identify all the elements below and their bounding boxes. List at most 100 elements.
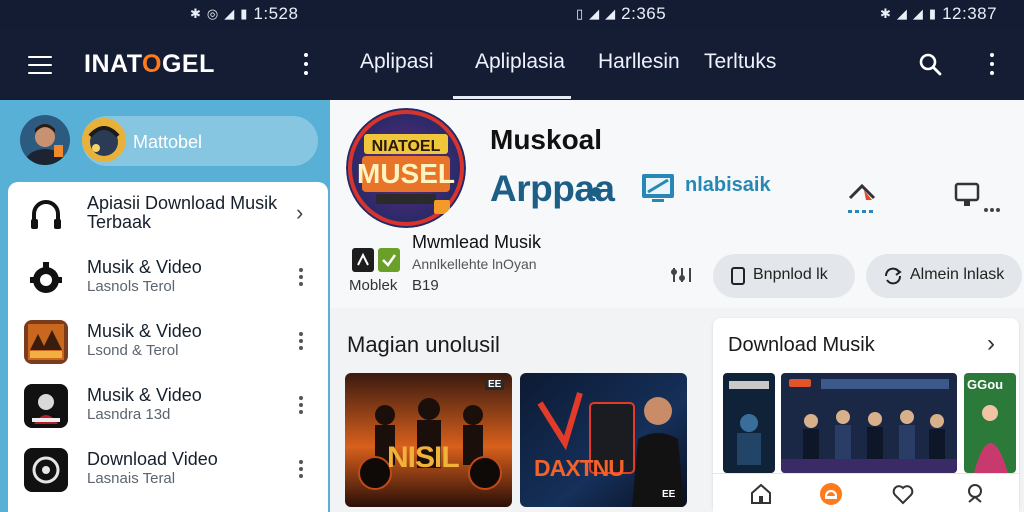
app-title: Muskoal xyxy=(490,124,603,155)
wifi-icon: ◢ xyxy=(589,6,600,21)
refresh-icon xyxy=(885,267,902,285)
overflow-menu-icon[interactable] xyxy=(302,53,310,75)
chevron-right-icon[interactable]: › xyxy=(296,200,303,226)
sub-title: Mwmlead Musik xyxy=(412,232,542,252)
status-group-left: ✱ ◎ ◢ ▮ 1:528 xyxy=(190,4,298,24)
app-icon-line2: MUSEL xyxy=(357,158,455,189)
card-overlay-text: DAXTNU xyxy=(534,455,625,481)
navigation-drawer: Mattobel Apiasii Download Musik Terbaak … xyxy=(0,100,330,512)
home-icon[interactable] xyxy=(749,482,773,506)
tab-harllesin[interactable]: Harllesin xyxy=(598,50,680,74)
overflow-menu-icon[interactable] xyxy=(988,53,996,75)
phone-icon xyxy=(731,267,745,285)
avatar-secondary xyxy=(82,118,126,162)
user-name: Mattobel xyxy=(133,132,203,152)
sub-description: Annlkellehte lnOyan xyxy=(412,256,537,272)
status-bar: ✱ ◎ ◢ ▮ 1:528 ▯ ◢ ◢ 2:365 ✱ ◢ ◢ ▮ 12:387 xyxy=(0,0,1024,28)
drawer-item-title: Musik & Video xyxy=(87,257,202,277)
favorites-icon[interactable] xyxy=(891,482,915,506)
drawer-list: Apiasii Download Musik Terbaak › Musik &… xyxy=(8,182,328,512)
search-icon[interactable] xyxy=(918,52,942,76)
music-thumbnail[interactable]: GGou xyxy=(964,373,1016,473)
card-tag: EE xyxy=(662,489,676,500)
app-hero: NIATOEL MUSEL Muskoal Arppaa nlabisaik M… xyxy=(330,100,1024,308)
card-overlay-text: NISIL xyxy=(387,441,460,474)
drawer-header: Mattobel xyxy=(0,100,330,182)
card-title: Download Musik xyxy=(728,334,875,356)
drawer-item-title: Musik & Video xyxy=(87,385,202,405)
label-moblek: Moblek xyxy=(349,277,398,294)
featured-card[interactable]: DAXTNU EE xyxy=(520,373,687,507)
status-time: 12:387 xyxy=(942,4,998,23)
download-music-card: Download Musik › GGou xyxy=(713,318,1019,512)
brand-dot-icon xyxy=(591,187,601,197)
drawer-item-title: Download Video xyxy=(87,449,218,469)
settings-sliders-icon[interactable] xyxy=(670,264,694,286)
download-button[interactable]: Bnpnlod lk xyxy=(713,254,855,298)
card-tag: EE xyxy=(485,379,505,390)
monitor-icon xyxy=(954,182,1000,212)
headphones-icon xyxy=(24,192,68,236)
bottom-navigation xyxy=(713,473,1019,512)
phone-icon: ▯ xyxy=(576,6,584,21)
tab-terltuks[interactable]: Terltuks xyxy=(704,50,776,74)
drawer-item[interactable]: Musik & Video Lasndra 13d xyxy=(8,374,328,438)
chevron-right-icon[interactable]: › xyxy=(987,330,995,358)
tab-apliplasia[interactable]: Apliplasia xyxy=(475,50,565,74)
app-logo: INATOGEL xyxy=(84,50,215,78)
album-art xyxy=(24,384,68,428)
mobile-app-icon xyxy=(352,248,374,272)
bluetooth-icon: ✱ xyxy=(880,6,891,21)
item-menu-icon[interactable] xyxy=(298,268,304,286)
drawer-item-title: Terbaak xyxy=(87,212,152,232)
status-group-right: ✱ ◢ ◢ ▮ 12:387 xyxy=(880,4,997,24)
gear-music-icon xyxy=(24,256,68,300)
item-menu-icon[interactable] xyxy=(298,396,304,414)
status-time: 2:365 xyxy=(621,4,667,23)
check-app-icon xyxy=(378,248,400,272)
tv-logo-icon xyxy=(642,174,674,202)
item-menu-icon[interactable] xyxy=(298,332,304,350)
bluetooth-icon: ✱ xyxy=(190,6,201,21)
app-bar: INATOGEL Aplipasi Apliplasia Harllesin T… xyxy=(0,28,1024,100)
drawer-item-subtitle: Lsond & Terol xyxy=(87,342,179,359)
disc-icon xyxy=(24,448,68,492)
active-tab-indicator xyxy=(453,96,571,99)
drawer-item-title: Musik & Video xyxy=(87,321,202,341)
status-time: 1:528 xyxy=(253,4,299,23)
home-logo-icon xyxy=(848,183,876,213)
wifi-icon: ◢ xyxy=(896,6,907,21)
install-button-label: Almein lnlask xyxy=(910,266,1005,283)
drawer-item[interactable]: Musik & Video Lasnols Terol xyxy=(8,246,328,310)
label-b19: B19 xyxy=(412,277,439,294)
battery-icon: ▮ xyxy=(928,6,937,21)
drawer-item[interactable]: Musik & Video Lsond & Terol xyxy=(8,310,328,374)
wifi-icon: ◢ xyxy=(224,6,235,21)
music-thumbnail[interactable] xyxy=(781,373,957,473)
thumb-label: GGou xyxy=(967,377,1004,392)
avatar[interactable] xyxy=(20,115,70,165)
partner-name: nlabisaik xyxy=(685,174,771,196)
menu-icon[interactable] xyxy=(28,56,52,74)
drawer-item[interactable]: Apiasii Download Musik Terbaak › xyxy=(8,182,328,246)
drawer-item[interactable]: Download Video Lasnais Teral xyxy=(8,438,328,502)
music-tab-icon[interactable] xyxy=(819,482,843,506)
album-art xyxy=(24,320,68,364)
main-content: NIATOEL MUSEL Muskoal Arppaa nlabisaik M… xyxy=(330,100,1024,512)
drawer-item-subtitle: Lasnais Teral xyxy=(87,470,176,487)
app-icon-line1: NIATOEL xyxy=(371,138,441,155)
music-thumbnail[interactable] xyxy=(723,373,775,473)
drawer-item-subtitle: Lasndra 13d xyxy=(87,406,171,423)
drawer-item-subtitle: Lasnols Terol xyxy=(87,278,176,295)
item-menu-icon[interactable] xyxy=(298,460,304,478)
download-button-label: Bnpnlod lk xyxy=(753,266,828,283)
section-title: Magian unolusil xyxy=(347,332,500,357)
signal-icon: ◢ xyxy=(912,6,923,21)
featured-card[interactable]: NISIL EE xyxy=(345,373,512,507)
install-button[interactable]: Almein lnlask xyxy=(866,254,1022,298)
tab-aplipasi[interactable]: Aplipasi xyxy=(360,50,434,74)
signal-icon: ◢ xyxy=(605,6,616,21)
hotspot-icon: ◎ xyxy=(206,6,219,21)
profile-icon[interactable] xyxy=(963,482,987,506)
drawer-item-title: Apiasii Download Musik xyxy=(87,193,278,213)
